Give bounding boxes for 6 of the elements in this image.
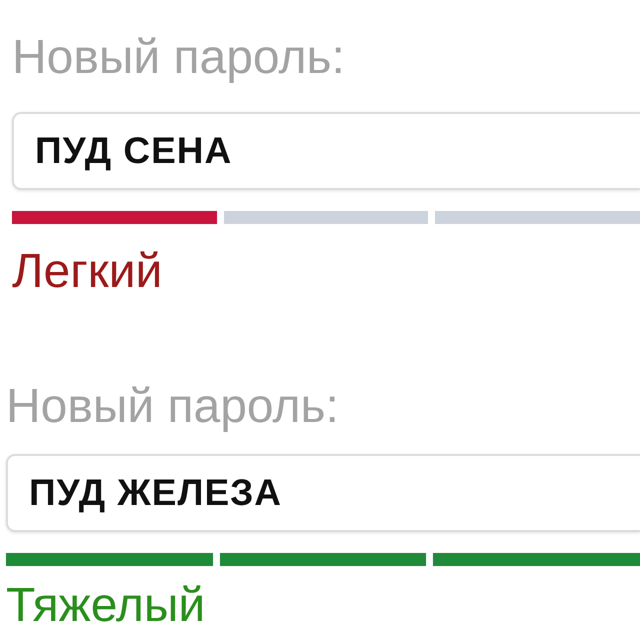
field-label: Новый пароль: [6, 379, 339, 435]
password-field[interactable]: ПУД СЕНА [12, 112, 640, 190]
strength-label: Тяжелый [6, 578, 206, 634]
field-label: Новый пароль: [12, 30, 345, 86]
password-field[interactable]: ПУД ЖЕЛЕЗА [6, 454, 640, 532]
strength-label: Легкий [12, 244, 162, 300]
